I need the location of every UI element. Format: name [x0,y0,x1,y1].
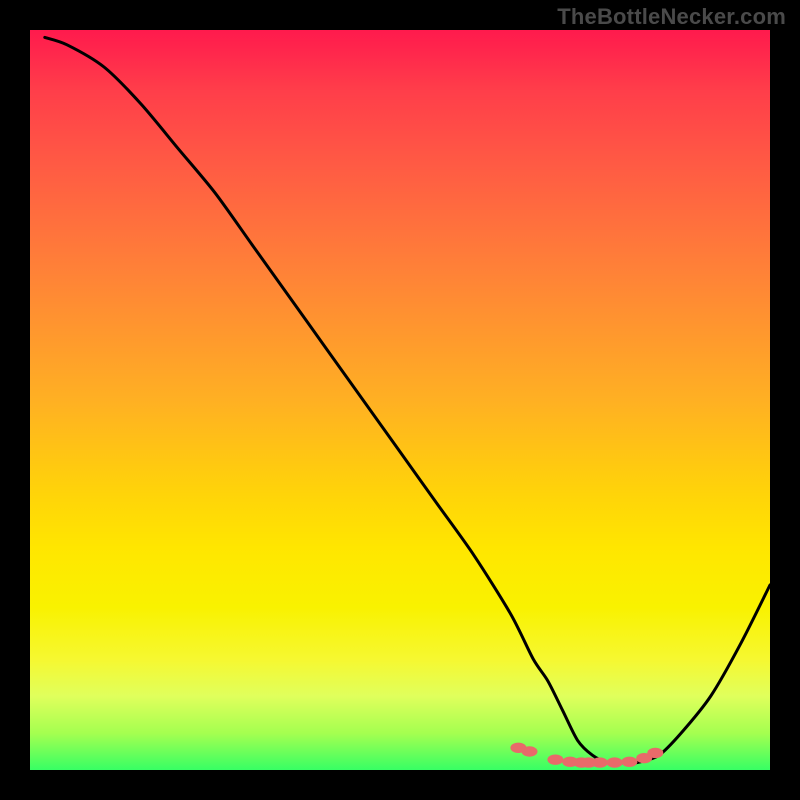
highlight-dots-group [510,743,663,768]
highlight-dot [647,748,663,758]
highlight-dot [621,757,637,767]
dots-layer [30,30,770,770]
highlight-dot [607,757,623,767]
highlight-dot [522,746,538,756]
highlight-dot [547,754,563,764]
attribution-text: TheBottleNecker.com [557,4,786,30]
chart-container: TheBottleNecker.com [0,0,800,800]
highlight-dot [592,757,608,767]
